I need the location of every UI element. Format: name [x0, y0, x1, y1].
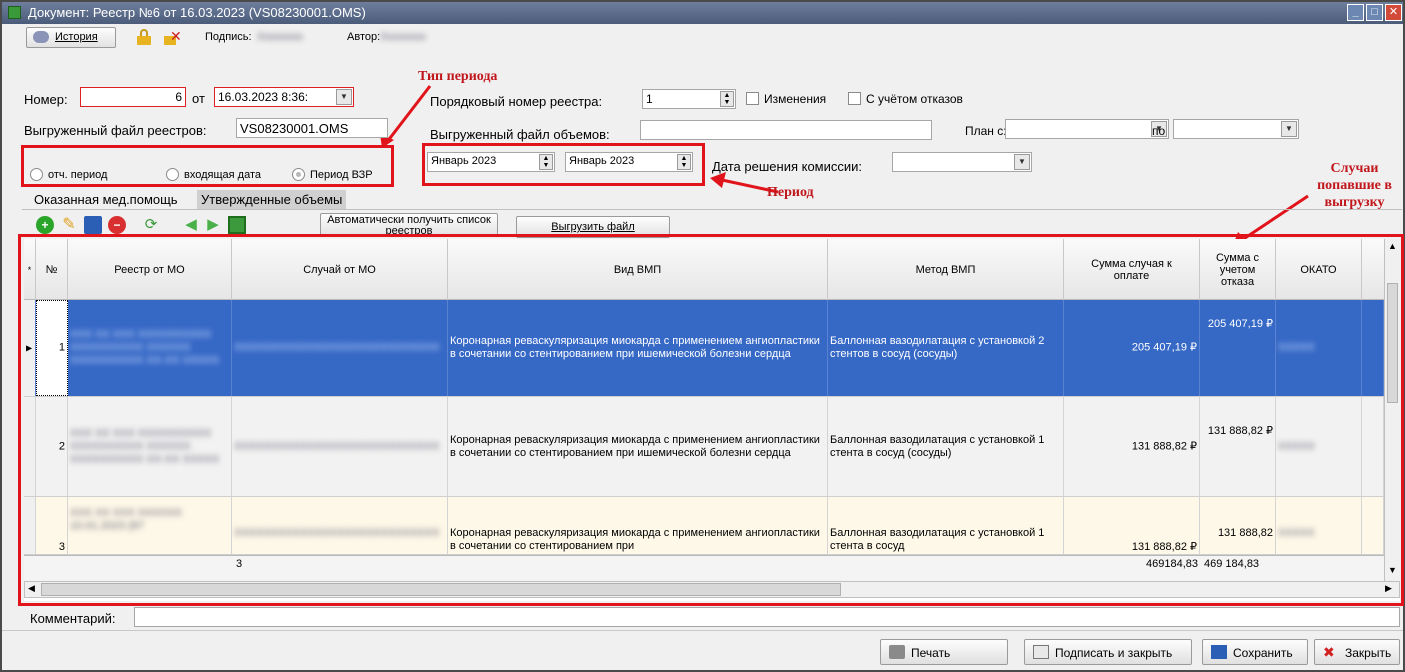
save-icon[interactable] [84, 216, 102, 234]
plan-to-label: по [1152, 124, 1166, 138]
comment-field[interactable] [134, 607, 1400, 627]
unlock-icon[interactable]: ✕ [164, 29, 182, 45]
refusals-label: С учётом отказов [866, 92, 963, 106]
spin-arrows-icon[interactable]: ▲ ▼ [720, 91, 734, 107]
chevron-down-icon[interactable]: ▼ [1014, 154, 1030, 170]
spin-arrows-icon[interactable]: ▲ ▼ [677, 154, 691, 170]
radio-vzr-period-label: Период ВЗР [310, 169, 373, 181]
printer-icon [889, 645, 905, 659]
order-number-field[interactable]: 1 ▲ ▼ [642, 89, 736, 109]
annotation-arrow-period-type [380, 85, 432, 148]
save-icon [1211, 645, 1227, 659]
close-window-button[interactable]: ✕ [1385, 4, 1402, 21]
save-button[interactable]: Сохранить [1202, 639, 1308, 665]
period-from-field[interactable]: Январь 2023 ▲ ▼ [427, 152, 555, 172]
radio-report-period[interactable] [30, 168, 43, 181]
minimize-button[interactable]: _ [1347, 4, 1364, 21]
window-title: Документ: Реестр №6 от 16.03.2023 (VS082… [28, 5, 366, 20]
history-icon [33, 31, 49, 43]
refusals-checkbox[interactable] [848, 92, 861, 105]
order-number-label: Порядковый номер реестра: [430, 94, 603, 109]
sign-and-close-button[interactable]: Подписать и закрыть [1024, 639, 1192, 665]
comment-label: Комментарий: [30, 611, 116, 626]
registry-file-field[interactable]: VS08230001.OMS [236, 118, 388, 138]
add-icon[interactable]: + [36, 216, 54, 234]
signature-label: Подпись: [205, 31, 252, 43]
radio-incoming-date[interactable] [166, 168, 179, 181]
radio-incoming-date-label: входящая дата [184, 169, 261, 181]
chevron-down-icon[interactable]: ▼ [1281, 121, 1297, 137]
refresh-icon[interactable]: ⟳ [142, 216, 160, 234]
edit-icon[interactable]: ✎ [60, 216, 78, 234]
signature-value: Хххххххх [257, 31, 303, 43]
number-label: Номер: [24, 92, 68, 107]
commission-date-label: Дата решения комиссии: [712, 159, 863, 174]
excel-icon[interactable] [228, 216, 246, 234]
history-button[interactable]: История [26, 27, 116, 48]
close-button[interactable]: ✖ Закрыть [1314, 639, 1400, 665]
author-value: Хххххххх [380, 31, 426, 43]
tab-approved-volumes[interactable]: Утвержденные объемы [197, 190, 347, 209]
commission-date-field[interactable] [892, 152, 1032, 172]
changes-label: Изменения [764, 92, 827, 106]
document-date-field[interactable]: 16.03.2023 8:36: ▼ [214, 87, 354, 107]
tab-provided-care[interactable]: Оказанная мед.помощь [30, 190, 182, 209]
annotation-period: Период [767, 185, 814, 200]
registry-file-label: Выгруженный файл реестров: [24, 123, 207, 138]
radio-vzr-period[interactable] [292, 168, 305, 181]
chevron-down-icon[interactable]: ▼ [336, 89, 352, 105]
tab-divider [22, 209, 1402, 210]
delete-icon[interactable]: − [108, 216, 126, 234]
author-label: Автор: [347, 31, 381, 43]
bottom-bar: Печать Подписать и закрыть Сохранить ✖ З… [2, 630, 1403, 670]
highlight-cases-grid [18, 234, 1404, 606]
changes-checkbox[interactable] [746, 92, 759, 105]
lock-icon[interactable] [137, 29, 151, 45]
close-icon: ✖ [1323, 644, 1335, 660]
document-icon [8, 6, 21, 19]
from-label: от [192, 91, 205, 106]
volumes-file-label: Выгруженный файл объемов: [430, 127, 610, 142]
arrow-left-icon[interactable]: ◀ [182, 216, 200, 234]
sign-document-icon [1033, 645, 1049, 659]
plan-from-label: План с: [965, 124, 1007, 138]
arrow-right-icon[interactable]: ▶ [204, 216, 222, 234]
document-window: Документ: Реестр №6 от 16.03.2023 (VS082… [0, 0, 1405, 672]
volumes-file-field[interactable] [640, 120, 932, 140]
print-button[interactable]: Печать [880, 639, 1008, 665]
annotation-cases: Случаи попавшие в выгрузку [1317, 161, 1392, 210]
maximize-button[interactable]: □ [1366, 4, 1383, 21]
radio-report-period-label: отч. период [48, 169, 108, 181]
spin-arrows-icon[interactable]: ▲ ▼ [539, 154, 553, 170]
title-bar: Документ: Реестр №6 от 16.03.2023 (VS082… [2, 2, 1403, 24]
plan-to-field[interactable]: ▼ [1173, 119, 1299, 139]
period-to-field[interactable]: Январь 2023 ▲ ▼ [565, 152, 693, 172]
plan-from-field[interactable]: ▼ [1005, 119, 1169, 139]
number-field[interactable]: 6 [80, 87, 186, 107]
